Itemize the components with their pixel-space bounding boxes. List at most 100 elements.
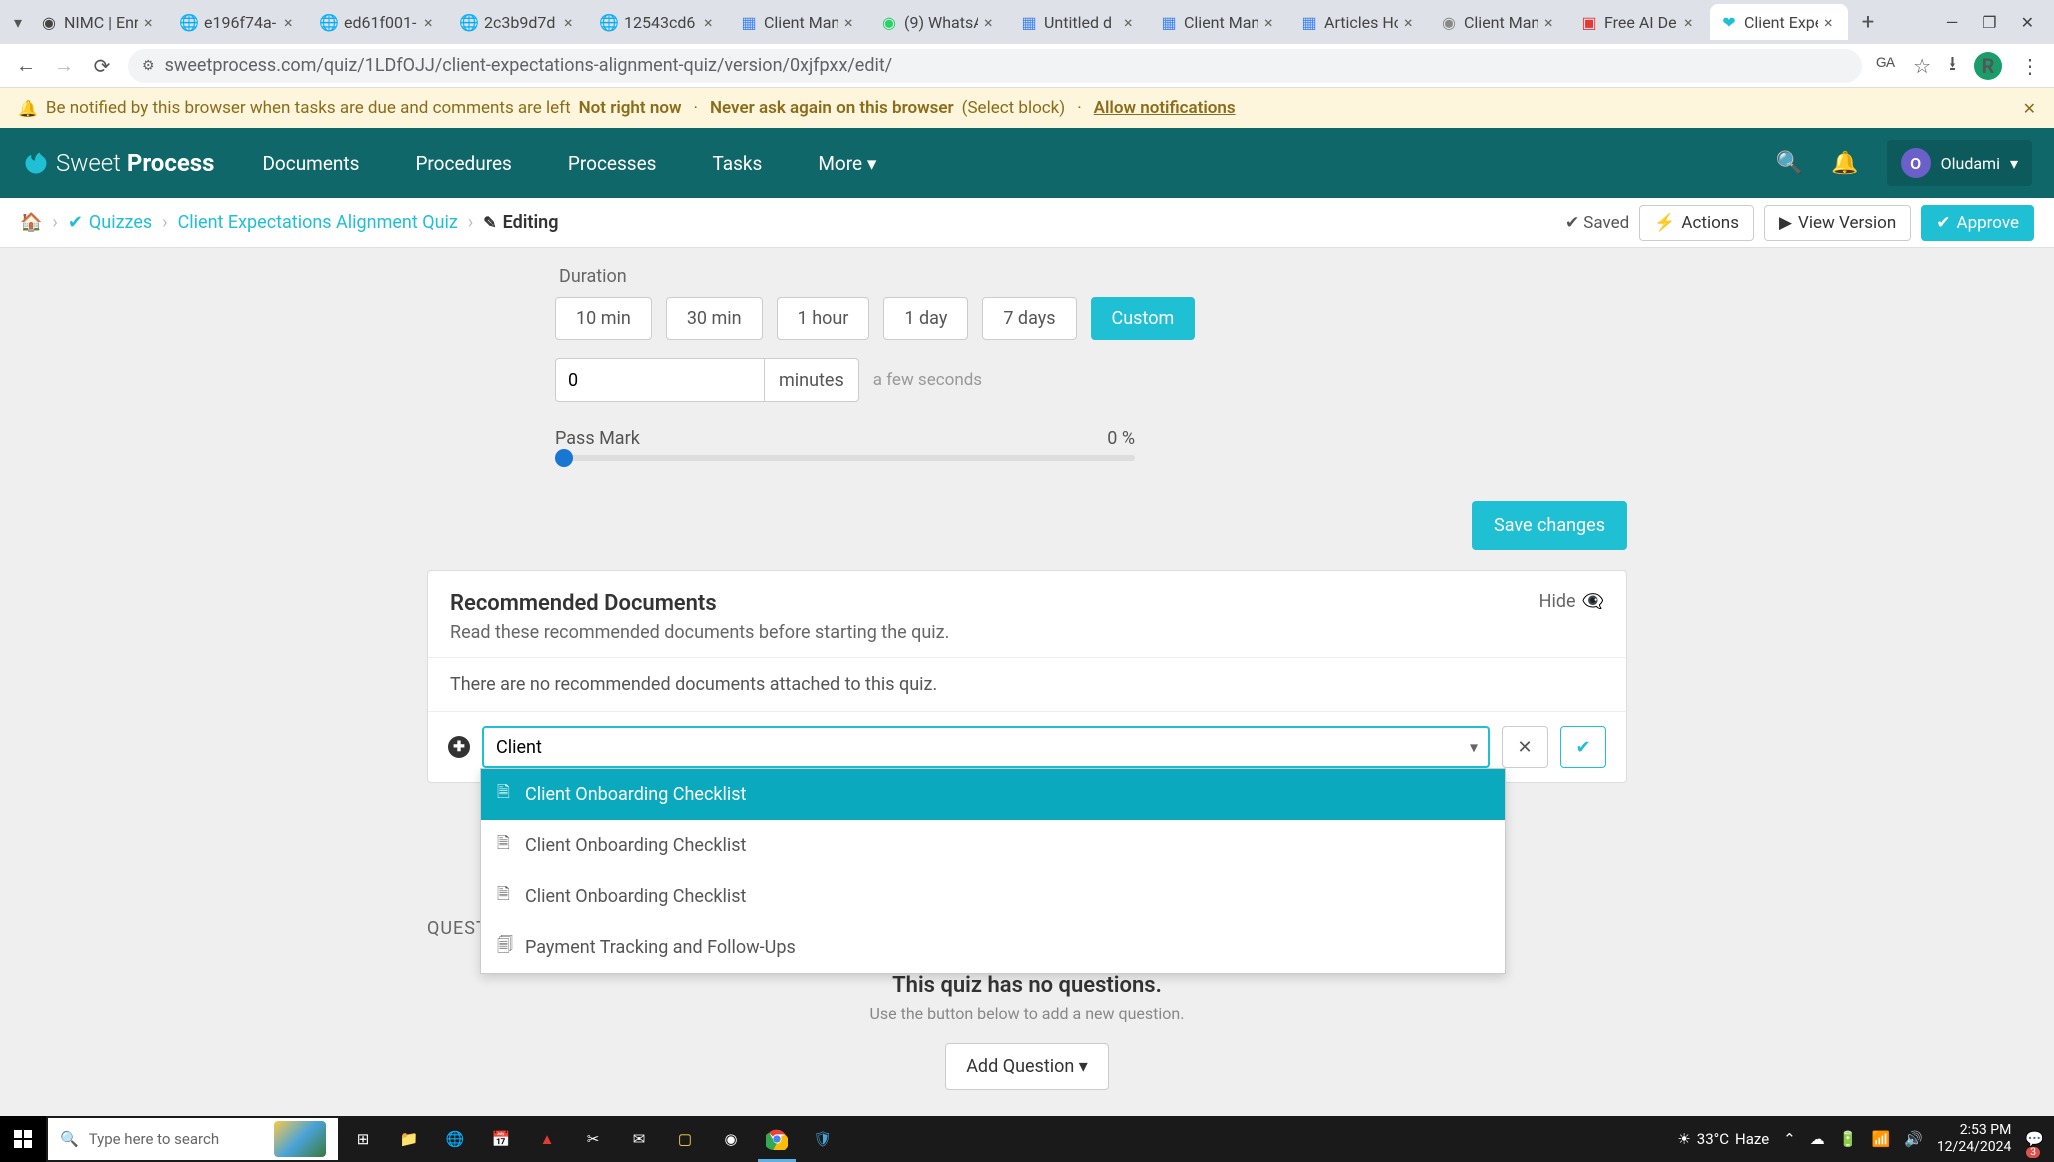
search-icon[interactable]: 🔍 <box>1776 151 1803 176</box>
nav-tasks[interactable]: Tasks <box>712 152 762 175</box>
chrome-icon[interactable] <box>754 1116 800 1162</box>
notif-allow-link[interactable]: Allow notifications <box>1094 98 1236 118</box>
add-question-button[interactable]: Add Question ▾ <box>945 1043 1109 1090</box>
close-icon[interactable]: × <box>844 13 860 32</box>
mail-icon[interactable]: ✉ <box>616 1116 662 1162</box>
close-icon[interactable]: × <box>704 13 720 32</box>
minutes-input[interactable] <box>555 358 765 402</box>
close-icon[interactable]: × <box>1404 13 1420 32</box>
nav-procedures[interactable]: Procedures <box>415 152 511 175</box>
dropdown-item[interactable]: 🗐Payment Tracking and Follow-Ups <box>481 922 1505 973</box>
browser-tab[interactable]: ◉NIMC | Enr× <box>30 4 168 40</box>
action-center-icon[interactable]: 💬3 <box>2025 1116 2044 1162</box>
close-window-icon[interactable]: ✕ <box>2021 13 2034 32</box>
tab-scroll-menu-icon[interactable]: ▾ <box>8 12 28 32</box>
site-settings-icon[interactable]: ⚙ <box>142 58 155 74</box>
duration-custom[interactable]: Custom <box>1091 297 1196 340</box>
nav-documents[interactable]: Documents <box>262 152 359 175</box>
notif-never[interactable]: Never ask again on this browser <box>710 98 954 118</box>
breadcrumb-quiz-name[interactable]: Client Expectations Alignment Quiz <box>178 212 458 233</box>
close-icon[interactable]: × <box>1544 13 1560 32</box>
snip-icon[interactable]: ✂ <box>570 1116 616 1162</box>
close-icon[interactable]: × <box>1124 13 1140 32</box>
translate-icon[interactable]: ᴳᴬ <box>1876 53 1895 78</box>
sticky-notes-icon[interactable]: ▢ <box>662 1116 708 1162</box>
volume-icon[interactable]: 🔊 <box>1904 1130 1923 1148</box>
breadcrumb-quizzes[interactable]: Quizzes <box>89 212 152 233</box>
browser-tab[interactable]: ▦Untitled d× <box>1010 4 1148 40</box>
battery-icon[interactable]: 🔋 <box>1839 1130 1858 1148</box>
browser-tab[interactable]: ▦Client Man× <box>730 4 868 40</box>
new-tab-button[interactable]: + <box>1850 4 1886 40</box>
close-icon[interactable]: × <box>1824 13 1840 32</box>
actions-button[interactable]: ⚡ Actions <box>1639 205 1754 241</box>
passmark-slider[interactable] <box>555 455 1135 461</box>
close-icon[interactable]: × <box>1264 13 1280 32</box>
calendar-icon[interactable]: 📅 <box>478 1116 524 1162</box>
save-changes-button[interactable]: Save changes <box>1472 501 1627 550</box>
security-icon[interactable]: 🛡 <box>800 1116 846 1162</box>
hide-toggle[interactable]: Hide 👁‍🗨 <box>1539 591 1604 612</box>
duration-7days[interactable]: 7 days <box>982 297 1076 340</box>
profile-avatar[interactable]: R <box>1974 52 2002 80</box>
duration-1day[interactable]: 1 day <box>883 297 968 340</box>
back-button[interactable]: ← <box>14 53 38 78</box>
view-version-button[interactable]: ▶ View Version <box>1764 205 1911 241</box>
close-icon[interactable]: × <box>144 13 160 32</box>
cancel-doc-button[interactable]: ✕ <box>1502 726 1548 768</box>
app-icon[interactable]: ◉ <box>708 1116 754 1162</box>
browser-tab[interactable]: 🌐12543cd6× <box>590 4 728 40</box>
bell-icon[interactable]: 🔔 <box>1831 151 1858 176</box>
slider-thumb[interactable] <box>555 449 573 467</box>
plus-icon[interactable]: ✚ <box>448 736 470 758</box>
tray-chevron-icon[interactable]: ⌃ <box>1783 1130 1796 1148</box>
user-menu[interactable]: O Oludami ▾ <box>1887 140 2032 186</box>
start-button[interactable] <box>0 1116 46 1162</box>
browser-tab[interactable]: ▣Free AI De× <box>1570 4 1708 40</box>
close-icon[interactable]: × <box>564 13 580 32</box>
browser-tab[interactable]: 🌐ed61f001-× <box>310 4 448 40</box>
bookmark-icon[interactable]: ☆ <box>1913 54 1931 78</box>
browser-tab[interactable]: ◉Client Man× <box>1430 4 1568 40</box>
minimize-icon[interactable]: ― <box>1946 13 1959 32</box>
nav-processes[interactable]: Processes <box>568 152 657 175</box>
browser-tab[interactable]: 🌐e196f74a-× <box>170 4 308 40</box>
forward-button[interactable]: → <box>52 53 76 78</box>
url-input[interactable]: ⚙ sweetprocess.com/quiz/1LDfOJJ/client-e… <box>128 49 1862 83</box>
dropdown-item[interactable]: 🗎Client Onboarding Checklist <box>481 820 1505 871</box>
browser-tab-active[interactable]: ❤Client Expe× <box>1710 4 1848 40</box>
doc-search-input[interactable] <box>482 726 1490 768</box>
browser-tab[interactable]: ◉(9) WhatsA× <box>870 4 1008 40</box>
maximize-icon[interactable]: ❐ <box>1982 13 1996 32</box>
nav-more[interactable]: More ▾ <box>818 152 876 175</box>
notif-not-now[interactable]: Not right now <box>579 98 682 118</box>
taskbar-search[interactable]: 🔍 Type here to search <box>48 1118 338 1160</box>
home-icon[interactable]: 🏠 <box>20 212 42 233</box>
close-icon[interactable]: × <box>1684 13 1700 32</box>
app-logo[interactable]: SweetProcess <box>22 149 214 177</box>
onedrive-icon[interactable]: ☁ <box>1810 1130 1825 1148</box>
clock[interactable]: 2:53 PM 12/24/2024 <box>1937 1122 2012 1156</box>
duration-10min[interactable]: 10 min <box>555 297 652 340</box>
close-icon[interactable]: × <box>984 13 1000 32</box>
weather-widget[interactable]: ☀ 33°C Haze <box>1677 1130 1769 1148</box>
close-icon[interactable]: × <box>424 13 440 32</box>
browser-tab[interactable]: 🌐2c3b9d7d× <box>450 4 588 40</box>
menu-icon[interactable]: ⋮ <box>2020 54 2040 78</box>
acrobat-icon[interactable]: ▲ <box>524 1116 570 1162</box>
duration-30min[interactable]: 30 min <box>666 297 763 340</box>
task-view-icon[interactable]: ⊞ <box>340 1116 386 1162</box>
dropdown-item[interactable]: 🗎Client Onboarding Checklist <box>481 769 1505 820</box>
close-icon[interactable]: × <box>284 13 300 32</box>
downloads-icon[interactable]: ⭳ <box>1949 49 1956 83</box>
dropdown-item[interactable]: 🗎Client Onboarding Checklist <box>481 871 1505 922</box>
duration-1hour[interactable]: 1 hour <box>777 297 870 340</box>
explorer-icon[interactable]: 📁 <box>386 1116 432 1162</box>
approve-button[interactable]: ✔ Approve <box>1921 205 2034 241</box>
confirm-doc-button[interactable]: ✔ <box>1560 726 1606 768</box>
edge-icon[interactable]: 🌐 <box>432 1116 478 1162</box>
browser-tab[interactable]: ▦Client Man× <box>1150 4 1288 40</box>
reload-button[interactable]: ⟳ <box>90 54 114 78</box>
browser-tab[interactable]: ▦Articles Ho× <box>1290 4 1428 40</box>
wifi-icon[interactable]: 📶 <box>1871 1130 1890 1148</box>
